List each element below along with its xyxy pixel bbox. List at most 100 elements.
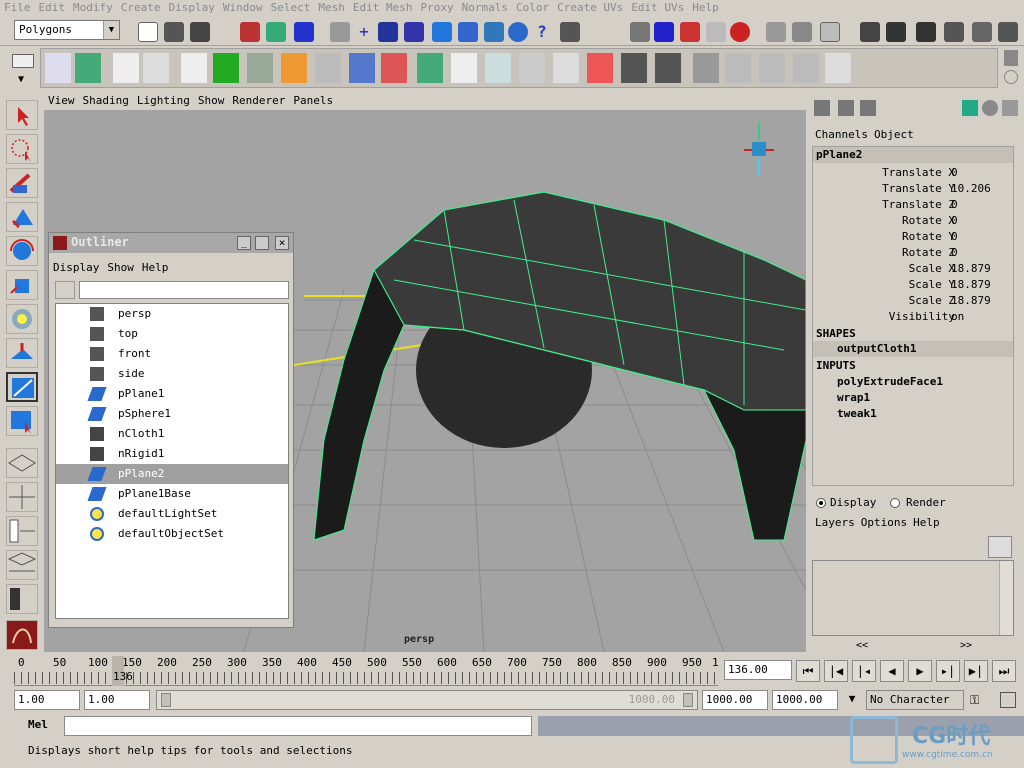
- list-item[interactable]: nCloth1: [56, 424, 288, 444]
- input-node[interactable]: wrap1: [837, 391, 870, 404]
- save-scene-icon[interactable]: [190, 22, 210, 42]
- scroll-right-button[interactable]: >>: [960, 640, 972, 652]
- four-view-layout-icon[interactable]: [6, 482, 38, 512]
- enter-icon[interactable]: [792, 22, 812, 42]
- move-tool-icon[interactable]: [6, 202, 38, 232]
- hypershade-icon[interactable]: [680, 22, 700, 42]
- step-forward-frame-icon[interactable]: ▸|: [936, 660, 960, 682]
- outliner-menu-help[interactable]: Help: [138, 259, 173, 277]
- attribute-row[interactable]: Translate X0: [813, 165, 1013, 181]
- attribute-row[interactable]: Scale X 18.879: [813, 261, 1013, 277]
- circle-icon[interactable]: [1004, 70, 1018, 84]
- grid-orange-icon[interactable]: [281, 53, 307, 83]
- last-tool-icon[interactable]: [6, 406, 38, 436]
- play-icon[interactable]: [213, 53, 239, 83]
- create-ncloth-icon[interactable]: [45, 53, 71, 83]
- create-passive-icon[interactable]: [75, 53, 101, 83]
- table-arrow-2-icon[interactable]: [793, 53, 819, 83]
- attribute-value[interactable]: on: [951, 309, 964, 325]
- list-item[interactable]: defaultLightSet: [56, 504, 288, 524]
- menu-normals[interactable]: Normals: [458, 0, 512, 16]
- menu-edit[interactable]: Edit: [35, 0, 70, 16]
- maximize-icon[interactable]: [255, 236, 269, 250]
- go-to-start-icon[interactable]: ⏮: [796, 660, 820, 682]
- soft-mod-icon[interactable]: [6, 338, 38, 368]
- cloth-white-icon[interactable]: [181, 53, 207, 83]
- attribute-row[interactable]: Rotate X0: [813, 213, 1013, 229]
- grid-red-icon[interactable]: [247, 53, 273, 83]
- panel-menu-renderer[interactable]: Renderer: [228, 92, 289, 110]
- playback-start-field[interactable]: 1.00: [84, 690, 150, 710]
- step-forward-key-icon[interactable]: ▶|: [964, 660, 988, 682]
- go-to-end-icon[interactable]: ⏭: [992, 660, 1016, 682]
- shading-icon[interactable]: [982, 100, 998, 116]
- cloth-grey-icon[interactable]: [143, 53, 169, 83]
- axis-icon[interactable]: [962, 100, 978, 116]
- list-item[interactable]: nRigid1: [56, 444, 288, 464]
- hypershade-layout-icon[interactable]: [6, 584, 38, 614]
- outliner-menu-display[interactable]: Display: [49, 259, 103, 277]
- snap-point-icon[interactable]: [404, 22, 424, 42]
- ipr-icon[interactable]: [916, 22, 936, 42]
- snap-plane-icon[interactable]: [432, 22, 452, 42]
- attribute-value[interactable]: 0: [951, 165, 958, 181]
- plus-icon[interactable]: +: [354, 22, 374, 42]
- attribute-value[interactable]: 18.879: [951, 261, 991, 277]
- cache-red-icon[interactable]: [587, 53, 613, 83]
- both-panels-icon[interactable]: [860, 100, 876, 116]
- list-item[interactable]: pPlane1: [56, 384, 288, 404]
- anim-prefs-icon[interactable]: [1000, 692, 1016, 708]
- grid-flat-icon[interactable]: [315, 53, 341, 83]
- layer-scrollbar[interactable]: [999, 561, 1013, 635]
- cache-film-icon[interactable]: [621, 53, 647, 83]
- scale-tool-icon[interactable]: [6, 270, 38, 300]
- cursor-select-icon[interactable]: [693, 53, 719, 83]
- outliner-menu-show[interactable]: Show: [103, 259, 138, 277]
- attribute-value[interactable]: 0: [951, 245, 958, 261]
- range-slider[interactable]: 1000.00: [156, 690, 698, 710]
- shape-node[interactable]: outputCloth1: [813, 341, 1013, 357]
- select-object-icon[interactable]: [266, 22, 286, 42]
- scroll-left-button[interactable]: <<: [856, 640, 868, 652]
- list-item[interactable]: front: [56, 344, 288, 364]
- lasso-tool-icon[interactable]: [6, 134, 38, 164]
- outliner-window[interactable]: Outliner _ × Display Show Help persp top f…: [48, 232, 294, 628]
- render-view-icon[interactable]: [860, 22, 880, 42]
- panel-menu-lighting[interactable]: Lighting: [133, 92, 194, 110]
- menu-edit-uvs[interactable]: Edit UVs: [627, 0, 688, 16]
- shelf-menu-icon[interactable]: [12, 54, 34, 68]
- command-input[interactable]: [64, 716, 532, 736]
- panel-menu-shading[interactable]: Shading: [79, 92, 133, 110]
- layer-list[interactable]: [812, 560, 1014, 636]
- attribute-value[interactable]: 0: [951, 213, 958, 229]
- select-tool-icon[interactable]: [6, 100, 38, 130]
- magnet-icon[interactable]: [730, 22, 750, 42]
- menu-color[interactable]: Color: [512, 0, 553, 16]
- panel-menu-view[interactable]: View: [44, 92, 79, 110]
- pants-icon[interactable]: [451, 53, 477, 83]
- step-back-frame-icon[interactable]: |◂: [852, 660, 876, 682]
- cache-film-2-icon[interactable]: [655, 53, 681, 83]
- show-manip-icon[interactable]: [6, 372, 38, 402]
- chevron-down-icon[interactable]: ▼: [842, 692, 862, 710]
- attribute-row[interactable]: Rotate Z0: [813, 245, 1013, 261]
- render-icon[interactable]: [560, 22, 580, 42]
- menu-create[interactable]: Create: [117, 0, 165, 16]
- select-hierarchy-icon[interactable]: [240, 22, 260, 42]
- attribute-value[interactable]: 18.879: [951, 277, 991, 293]
- trash-icon[interactable]: [1004, 50, 1018, 66]
- mel-label[interactable]: Mel: [28, 718, 48, 731]
- attribute-row[interactable]: Translate Y 10.206: [813, 181, 1013, 197]
- menu-window[interactable]: Window: [219, 0, 267, 16]
- table-grid-icon[interactable]: [725, 53, 751, 83]
- panel-menu-panels[interactable]: Panels: [289, 92, 337, 110]
- make-live-icon[interactable]: [458, 22, 478, 42]
- list-item[interactable]: persp: [56, 304, 288, 324]
- snapshot-icon[interactable]: [820, 22, 840, 42]
- attribute-row[interactable]: Rotate Y0: [813, 229, 1013, 245]
- radio-render[interactable]: [890, 498, 900, 508]
- help-icon[interactable]: ?: [532, 22, 552, 42]
- view-cube[interactable]: [744, 122, 774, 176]
- input-node[interactable]: polyExtrudeFace1: [837, 375, 943, 388]
- arrow-icon[interactable]: [1002, 100, 1018, 116]
